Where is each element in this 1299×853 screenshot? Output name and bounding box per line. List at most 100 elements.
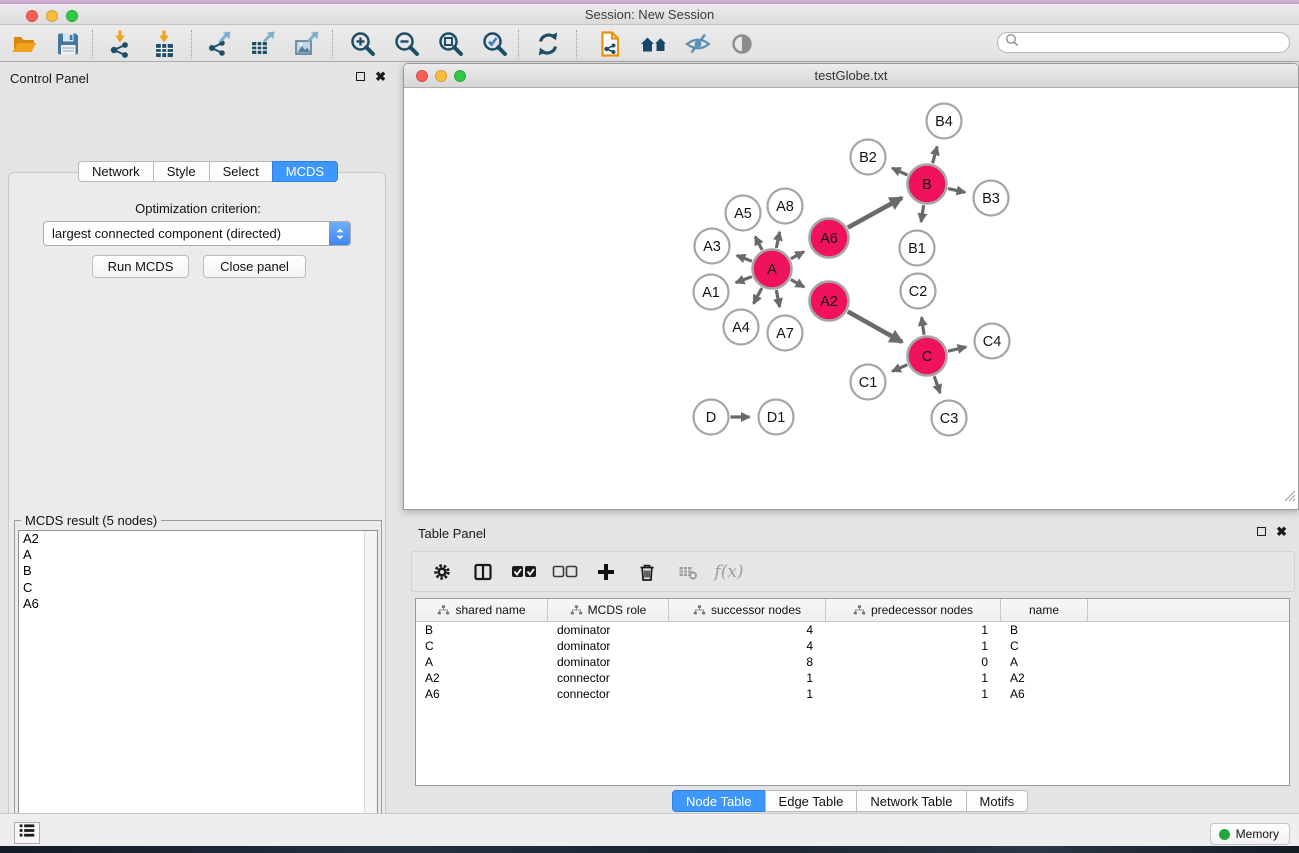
- node-C1[interactable]: C1: [851, 365, 886, 400]
- edge-A6-B[interactable]: [848, 198, 902, 228]
- node-A1[interactable]: A1: [694, 275, 729, 310]
- column-header-successor-nodes[interactable]: successor nodes: [669, 599, 826, 621]
- select-all-columns-icon[interactable]: [511, 559, 537, 585]
- export-network-icon[interactable]: [203, 28, 235, 60]
- table-row[interactable]: Bdominator41B: [416, 622, 1289, 638]
- run-mcds-button[interactable]: Run MCDS: [92, 255, 189, 278]
- table-cell[interactable]: C: [416, 639, 548, 653]
- zoom-selected-icon[interactable]: [479, 28, 511, 60]
- float-panel-icon[interactable]: [356, 72, 365, 81]
- table-cell[interactable]: A2: [416, 671, 548, 685]
- edge-B-B4[interactable]: [933, 147, 937, 164]
- resize-grip-icon[interactable]: [1283, 489, 1296, 507]
- node-A2[interactable]: A2: [810, 282, 849, 321]
- table-settings-icon[interactable]: [429, 559, 455, 585]
- table-cell[interactable]: dominator: [548, 639, 669, 653]
- add-column-icon[interactable]: [593, 559, 619, 585]
- table-row[interactable]: Adominator80A: [416, 654, 1289, 670]
- show-columns-icon[interactable]: [470, 559, 496, 585]
- first-neighbors-icon[interactable]: [638, 28, 670, 60]
- hide-selected-icon[interactable]: [682, 28, 714, 60]
- table-cell[interactable]: A6: [416, 687, 548, 701]
- node-A4[interactable]: A4: [724, 310, 759, 345]
- table-row[interactable]: A2connector11A2: [416, 670, 1289, 686]
- tab-node-table[interactable]: Node Table: [672, 790, 766, 812]
- table-cell[interactable]: 1: [826, 687, 1001, 701]
- edge-C-C1[interactable]: [892, 365, 907, 372]
- memory-button[interactable]: Memory: [1210, 823, 1290, 845]
- tab-motifs[interactable]: Motifs: [966, 790, 1029, 812]
- node-D1[interactable]: D1: [759, 400, 794, 435]
- edge-B-B3[interactable]: [948, 189, 965, 193]
- table-row[interactable]: Cdominator41C: [416, 638, 1289, 654]
- network-window-titlebar[interactable]: testGlobe.txt: [404, 64, 1298, 88]
- table-row[interactable]: A6connector11A6: [416, 686, 1289, 702]
- new-network-from-selection-icon[interactable]: [594, 28, 626, 60]
- network-canvas[interactable]: AA1A2A3A4A5A6A7A8BB1B2B3B4CC1C2C3C4DD1: [405, 88, 1297, 508]
- export-image-icon[interactable]: [291, 28, 323, 60]
- edge-B-B2[interactable]: [892, 168, 907, 175]
- close-panel-button[interactable]: Close panel: [203, 255, 306, 278]
- edge-A-A3[interactable]: [737, 255, 752, 261]
- close-table-panel-icon[interactable]: ✖: [1276, 527, 1287, 536]
- close-panel-icon[interactable]: ✖: [375, 72, 386, 81]
- float-table-panel-icon[interactable]: [1257, 527, 1266, 536]
- tab-network[interactable]: Network: [78, 161, 154, 182]
- mcds-result-item[interactable]: A: [19, 547, 377, 563]
- edge-A-A2[interactable]: [791, 280, 804, 288]
- node-A8[interactable]: A8: [768, 189, 803, 224]
- edge-A-A7[interactable]: [776, 290, 779, 307]
- edge-A-A1[interactable]: [736, 277, 752, 283]
- table-cell[interactable]: 0: [826, 655, 1001, 669]
- node-A6[interactable]: A6: [810, 219, 849, 258]
- mcds-result-item[interactable]: B: [19, 563, 377, 579]
- table-cell[interactable]: 1: [669, 671, 826, 685]
- node-C2[interactable]: C2: [901, 274, 936, 309]
- table-cell[interactable]: dominator: [548, 623, 669, 637]
- edge-A-A4[interactable]: [753, 288, 761, 304]
- delete-column-icon[interactable]: [634, 559, 660, 585]
- table-cell[interactable]: B: [1001, 623, 1088, 637]
- column-header-name[interactable]: name: [1001, 599, 1088, 621]
- table-cell[interactable]: 8: [669, 655, 826, 669]
- node-B3[interactable]: B3: [974, 181, 1009, 216]
- table-cell[interactable]: 4: [669, 639, 826, 653]
- column-header-shared-name[interactable]: shared name: [416, 599, 548, 621]
- table-cell[interactable]: dominator: [548, 655, 669, 669]
- node-D[interactable]: D: [694, 400, 729, 435]
- tab-mcds[interactable]: MCDS: [272, 161, 338, 182]
- edge-C-C2[interactable]: [922, 317, 924, 334]
- node-B1[interactable]: B1: [900, 231, 935, 266]
- save-session-icon[interactable]: [52, 28, 84, 60]
- tab-network-table[interactable]: Network Table: [856, 790, 966, 812]
- edge-A2-C[interactable]: [848, 312, 902, 343]
- mcds-result-item[interactable]: A6: [19, 596, 377, 612]
- zoom-in-icon[interactable]: [347, 28, 379, 60]
- column-header-MCDS-role[interactable]: MCDS role: [548, 599, 669, 621]
- table-cell[interactable]: 1: [826, 671, 1001, 685]
- node-B4[interactable]: B4: [927, 104, 962, 139]
- table-cell[interactable]: A: [1001, 655, 1088, 669]
- node-A3[interactable]: A3: [695, 229, 730, 264]
- table-cell[interactable]: C: [1001, 639, 1088, 653]
- import-table-icon[interactable]: [148, 28, 180, 60]
- table-cell[interactable]: 1: [669, 687, 826, 701]
- mcds-result-item[interactable]: C: [19, 580, 377, 596]
- table-cell[interactable]: A2: [1001, 671, 1088, 685]
- deselect-all-columns-icon[interactable]: [552, 559, 578, 585]
- table-cell[interactable]: A: [416, 655, 548, 669]
- table-cell[interactable]: 1: [826, 639, 1001, 653]
- edge-C-C4[interactable]: [948, 347, 966, 351]
- search-field[interactable]: [997, 32, 1290, 53]
- node-C4[interactable]: C4: [975, 324, 1010, 359]
- mcds-result-item[interactable]: A2: [19, 531, 377, 547]
- node-B[interactable]: B: [908, 165, 947, 204]
- open-session-icon[interactable]: [8, 28, 40, 60]
- search-input[interactable]: [1020, 35, 1289, 51]
- export-table-icon[interactable]: [247, 28, 279, 60]
- edge-A-A5[interactable]: [755, 237, 762, 250]
- node-C3[interactable]: C3: [932, 401, 967, 436]
- scrollbar-track[interactable]: [364, 531, 377, 853]
- table-cell[interactable]: connector: [548, 687, 669, 701]
- node-B2[interactable]: B2: [851, 140, 886, 175]
